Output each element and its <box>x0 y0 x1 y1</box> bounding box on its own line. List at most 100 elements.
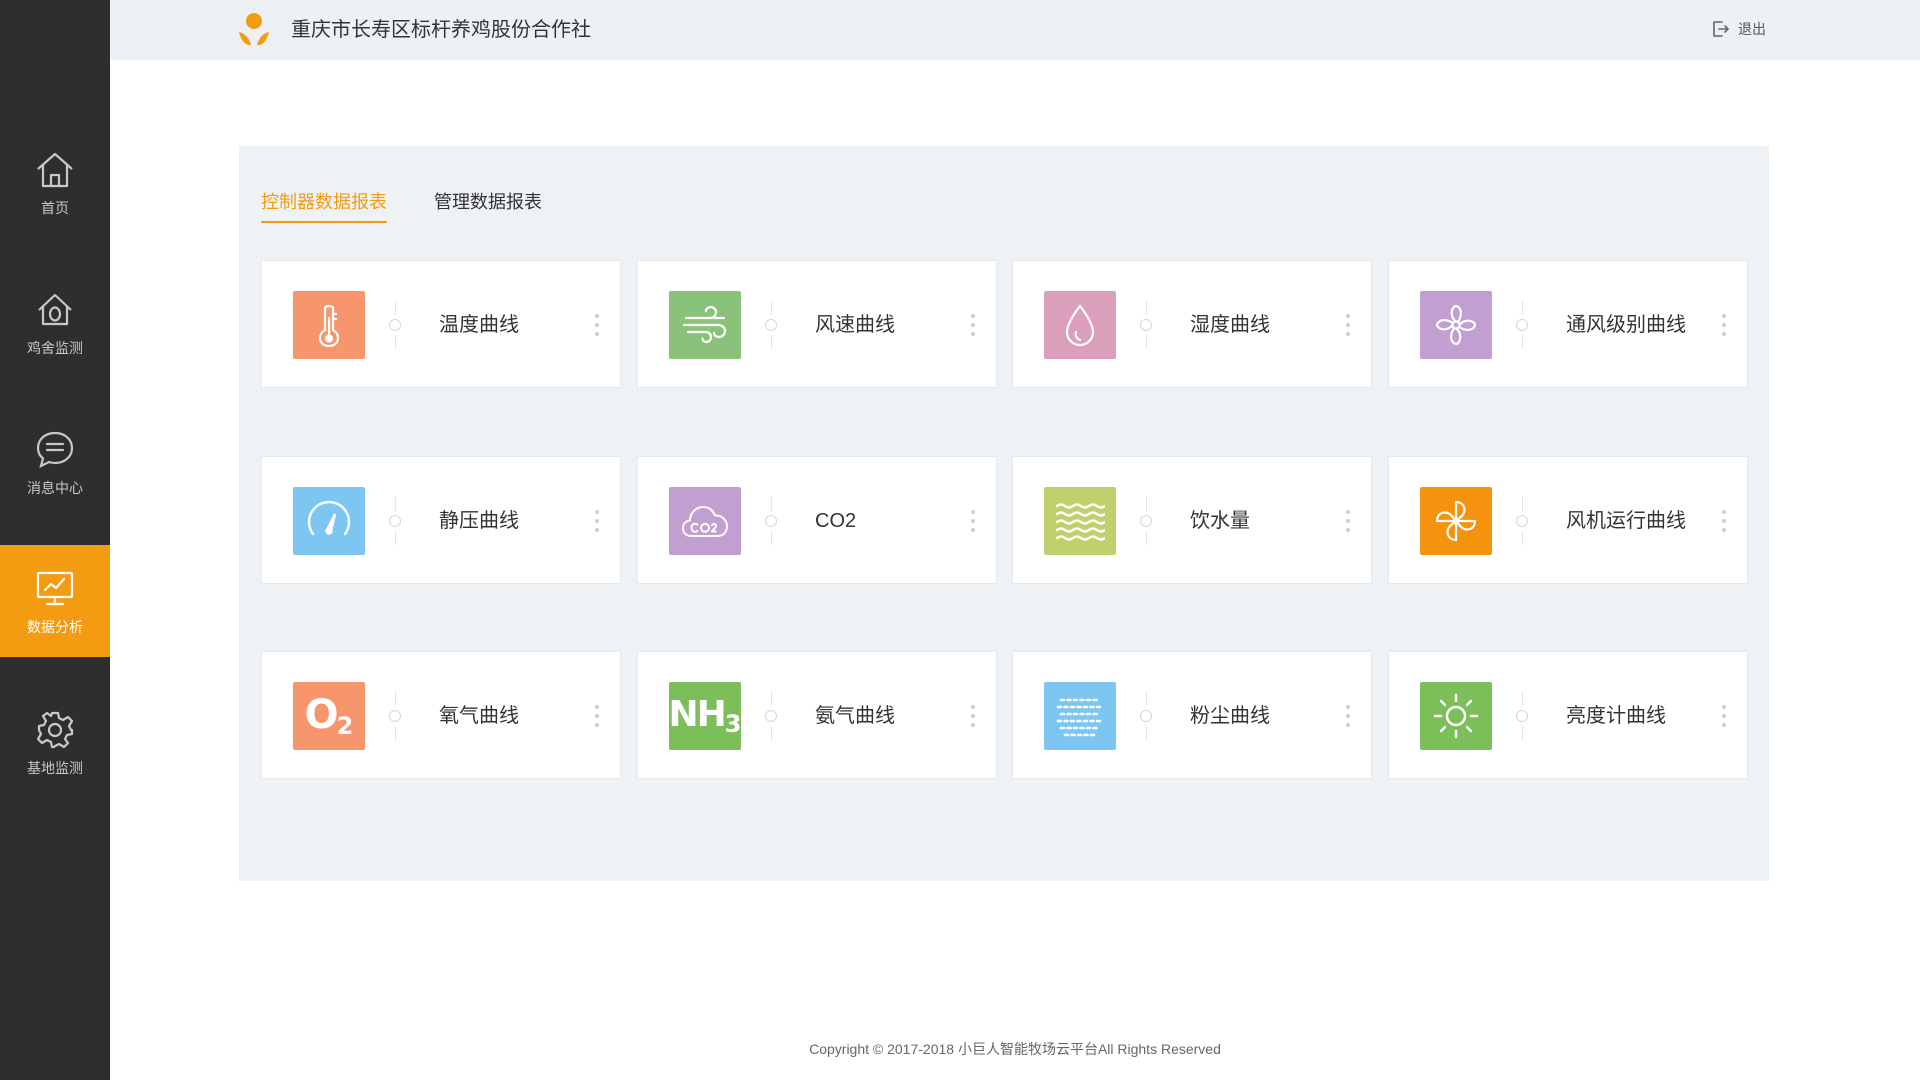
card-divider <box>1522 335 1523 349</box>
sidebar-item-data-analysis[interactable]: 数据分析 <box>0 545 110 657</box>
sidebar-item-home[interactable]: 首页 <box>0 126 110 238</box>
card-label: 氧气曲线 <box>439 705 519 727</box>
card-divider <box>771 692 772 706</box>
sidebar-item-label: 鸡舍监测 <box>27 340 83 356</box>
card-ventilation-level[interactable]: 通风级别曲线 <box>1388 260 1748 388</box>
card-label: 饮水量 <box>1190 510 1250 532</box>
card-icon-bg <box>1044 682 1116 750</box>
more-icon[interactable] <box>594 510 600 532</box>
card-oxygen[interactable]: O2 氧气曲线 <box>261 651 621 779</box>
card-node <box>1140 515 1152 527</box>
co2-cloud-icon <box>682 506 728 537</box>
sidebar-item-henhouse[interactable]: 鸡舍监测 <box>0 266 110 378</box>
card-icon-bg <box>1420 487 1492 555</box>
card-icon-bg <box>293 487 365 555</box>
more-icon[interactable] <box>970 314 976 336</box>
more-icon[interactable] <box>970 510 976 532</box>
ammonia-icon: NH3 <box>668 694 742 738</box>
card-dust[interactable]: 粉尘曲线 <box>1012 651 1372 779</box>
card-temperature[interactable]: 温度曲线 <box>261 260 621 388</box>
card-divider <box>771 531 772 545</box>
home-icon <box>37 152 73 188</box>
card-divider <box>395 692 396 706</box>
card-divider <box>1522 531 1523 545</box>
card-divider <box>1522 726 1523 740</box>
card-divider <box>395 531 396 545</box>
card-co2[interactable]: CO2 <box>637 456 997 584</box>
card-label: 氨气曲线 <box>815 705 895 727</box>
card-ammonia[interactable]: NH3 氨气曲线 <box>637 651 997 779</box>
card-divider <box>1522 497 1523 511</box>
card-label: 静压曲线 <box>439 510 519 532</box>
card-wind-speed[interactable]: 风速曲线 <box>637 260 997 388</box>
report-panel: 控制器数据报表 管理数据报表 温度曲线 风速曲线 湿度曲线 通风级别曲线 静压曲… <box>239 146 1769 881</box>
oxygen-icon: O2 <box>304 692 354 740</box>
sidebar-item-label: 首页 <box>41 200 69 216</box>
gauge-icon <box>307 500 351 536</box>
more-icon[interactable] <box>1345 314 1351 336</box>
card-divider <box>1146 497 1147 511</box>
card-node <box>765 710 777 722</box>
tab-controller-reports[interactable]: 控制器数据报表 <box>261 190 387 223</box>
card-label: 温度曲线 <box>439 314 519 336</box>
logo-icon <box>239 13 269 46</box>
card-icon-bg: NH3 <box>669 682 741 750</box>
card-node <box>1516 319 1528 331</box>
message-icon <box>36 431 74 469</box>
more-icon[interactable] <box>970 705 976 727</box>
more-icon[interactable] <box>1721 705 1727 727</box>
sidebar: 首页 鸡舍监测 消息中心 数据分析 基地监测 <box>0 0 110 1080</box>
sun-icon <box>1433 693 1479 739</box>
card-node <box>389 710 401 722</box>
card-label: 风速曲线 <box>815 314 895 336</box>
more-icon[interactable] <box>594 314 600 336</box>
fan-icon <box>1435 304 1477 346</box>
card-divider <box>771 335 772 349</box>
more-icon[interactable] <box>1721 510 1727 532</box>
logout-icon <box>1713 21 1729 37</box>
card-icon-bg <box>1044 291 1116 359</box>
card-node <box>1516 515 1528 527</box>
card-icon-bg <box>669 487 741 555</box>
card-divider <box>395 726 396 740</box>
chart-monitor-icon <box>36 571 74 606</box>
card-icon-bg <box>1044 487 1116 555</box>
card-divider <box>1146 335 1147 349</box>
card-static-pressure[interactable]: 静压曲线 <box>261 456 621 584</box>
more-icon[interactable] <box>594 705 600 727</box>
sidebar-item-label: 消息中心 <box>27 480 83 496</box>
more-icon[interactable] <box>1345 705 1351 727</box>
sidebar-item-label: 数据分析 <box>27 619 83 635</box>
card-icon-bg <box>1420 291 1492 359</box>
card-divider <box>395 301 396 315</box>
card-brightness[interactable]: 亮度计曲线 <box>1388 651 1748 779</box>
sidebar-item-base-monitoring[interactable]: 基地监测 <box>0 686 110 798</box>
card-fan-operation[interactable]: 风机运行曲线 <box>1388 456 1748 584</box>
card-divider <box>1522 692 1523 706</box>
header: 重庆市长寿区标杆养鸡股份合作社 退出 <box>110 0 1920 60</box>
card-icon-bg <box>669 291 741 359</box>
gear-icon <box>36 711 74 749</box>
card-divider <box>395 335 396 349</box>
logout-button[interactable]: 退出 <box>1709 18 1766 40</box>
card-divider <box>771 726 772 740</box>
card-node <box>389 515 401 527</box>
more-icon[interactable] <box>1345 510 1351 532</box>
card-label: 粉尘曲线 <box>1190 705 1270 727</box>
thermometer-icon <box>318 305 340 348</box>
wind-icon <box>682 305 727 344</box>
card-humidity[interactable]: 湿度曲线 <box>1012 260 1372 388</box>
card-water-intake[interactable]: 饮水量 <box>1012 456 1372 584</box>
sidebar-item-messages[interactable]: 消息中心 <box>0 406 110 518</box>
card-label: CO2 <box>815 510 857 532</box>
tab-management-reports[interactable]: 管理数据报表 <box>434 190 542 221</box>
card-divider <box>1146 726 1147 740</box>
logout-label: 退出 <box>1738 21 1766 37</box>
card-label: 风机运行曲线 <box>1566 510 1686 532</box>
card-divider <box>771 497 772 511</box>
dust-icon <box>1056 698 1104 737</box>
card-node <box>765 319 777 331</box>
more-icon[interactable] <box>1721 314 1727 336</box>
card-label: 通风级别曲线 <box>1566 314 1686 336</box>
card-node <box>765 515 777 527</box>
